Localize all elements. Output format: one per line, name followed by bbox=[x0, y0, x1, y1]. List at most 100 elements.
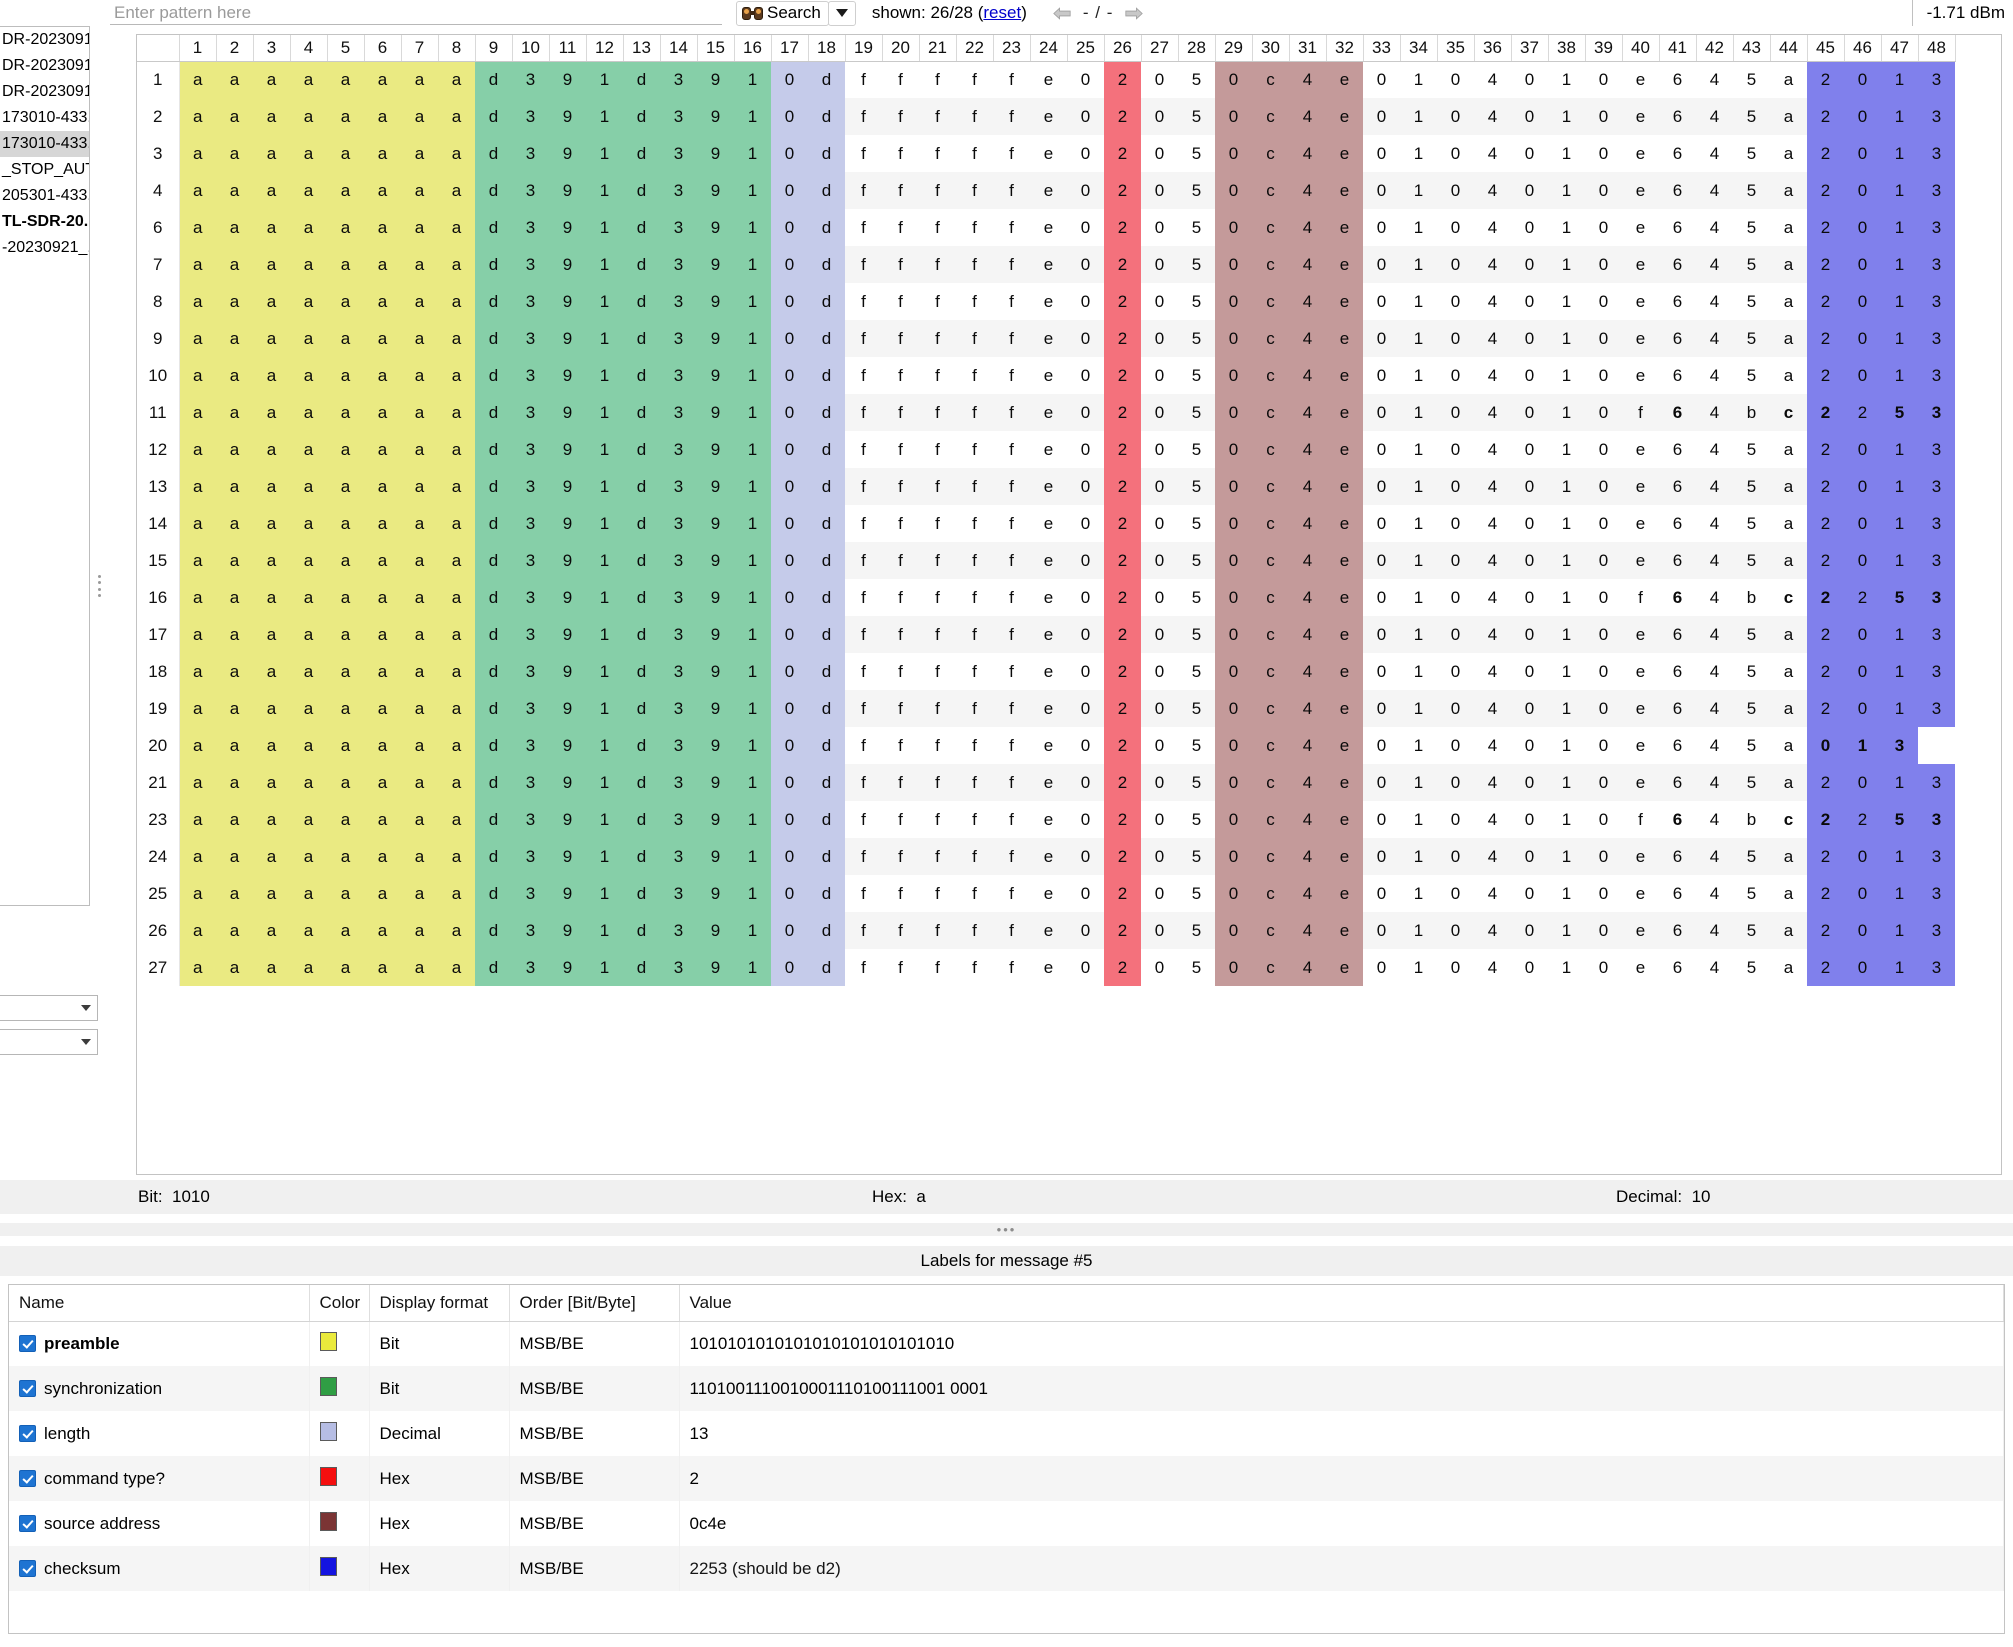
hex-cell[interactable]: 0 bbox=[1215, 209, 1252, 246]
hex-cell[interactable]: 3 bbox=[512, 320, 549, 357]
hex-cell[interactable]: 1 bbox=[734, 357, 771, 394]
hex-cell[interactable]: a bbox=[253, 542, 290, 579]
hex-cell[interactable]: 0 bbox=[1511, 246, 1548, 283]
hex-cell[interactable]: e bbox=[1030, 875, 1067, 912]
hex-cell[interactable]: 0 bbox=[1511, 912, 1548, 949]
hex-cell[interactable]: 0 bbox=[1437, 912, 1474, 949]
hex-cell[interactable]: c bbox=[1770, 394, 1807, 431]
row-header-16[interactable]: 16 bbox=[137, 579, 180, 616]
hex-cell[interactable]: a bbox=[216, 801, 253, 838]
hex-cell[interactable]: a bbox=[216, 616, 253, 653]
hex-cell[interactable]: 4 bbox=[1474, 283, 1511, 320]
hex-cell[interactable]: f bbox=[993, 764, 1030, 801]
row-header-17[interactable]: 17 bbox=[137, 616, 180, 653]
hex-cell[interactable]: a bbox=[253, 135, 290, 172]
hex-cell[interactable]: 3 bbox=[1918, 653, 1955, 690]
hex-cell[interactable]: 1 bbox=[1548, 135, 1585, 172]
column-header-42[interactable]: 42 bbox=[1696, 35, 1734, 62]
hex-cell[interactable]: 3 bbox=[1918, 579, 1955, 616]
hex-cell[interactable]: f bbox=[882, 246, 919, 283]
hex-cell[interactable]: d bbox=[475, 727, 512, 764]
hex-cell[interactable]: a bbox=[253, 764, 290, 801]
hex-cell[interactable]: 0 bbox=[1437, 61, 1474, 98]
hex-cell[interactable]: d bbox=[808, 727, 845, 764]
hex-cell[interactable]: 0 bbox=[1585, 172, 1622, 209]
hex-cell[interactable]: 0 bbox=[1067, 616, 1104, 653]
hex-cell[interactable]: 1 bbox=[734, 542, 771, 579]
hex-cell[interactable]: f bbox=[993, 727, 1030, 764]
hex-cell[interactable]: 2 bbox=[1807, 61, 1844, 98]
hex-cell[interactable]: 0 bbox=[1141, 801, 1178, 838]
hex-cell[interactable] bbox=[1918, 727, 1955, 764]
hex-cell[interactable]: 5 bbox=[1733, 838, 1770, 875]
hex-cell[interactable]: a bbox=[364, 172, 401, 209]
hex-cell[interactable]: 9 bbox=[697, 394, 734, 431]
label-display-format[interactable]: Hex bbox=[369, 1456, 510, 1501]
hex-cell[interactable]: 0 bbox=[1585, 246, 1622, 283]
row-header-25[interactable]: 25 bbox=[137, 875, 180, 912]
row-header-11[interactable]: 11 bbox=[137, 394, 180, 431]
hex-cell[interactable]: 0 bbox=[1215, 357, 1252, 394]
hex-cell[interactable]: 0 bbox=[1585, 209, 1622, 246]
hex-cell[interactable]: a bbox=[327, 764, 364, 801]
hex-cell[interactable]: 0 bbox=[1363, 838, 1400, 875]
hex-cell[interactable]: 4 bbox=[1474, 727, 1511, 764]
hex-cell[interactable]: 9 bbox=[549, 246, 586, 283]
hex-cell[interactable]: f bbox=[919, 357, 956, 394]
hex-cell[interactable]: 4 bbox=[1696, 616, 1733, 653]
hex-cell[interactable]: f bbox=[919, 135, 956, 172]
hex-cell[interactable]: 0 bbox=[1437, 135, 1474, 172]
sidebar-item-7[interactable]: TL-SDR-20... bbox=[0, 209, 89, 235]
hex-cell[interactable]: 3 bbox=[1918, 542, 1955, 579]
hex-cell[interactable]: f bbox=[956, 283, 993, 320]
hex-cell[interactable]: e bbox=[1622, 505, 1659, 542]
hex-cell[interactable]: 0 bbox=[1363, 801, 1400, 838]
hex-cell[interactable]: d bbox=[475, 61, 512, 98]
hex-cell[interactable]: a bbox=[216, 727, 253, 764]
hex-cell[interactable]: 3 bbox=[1918, 912, 1955, 949]
hex-cell[interactable]: e bbox=[1030, 764, 1067, 801]
hex-cell[interactable]: 0 bbox=[1215, 61, 1252, 98]
hex-cell[interactable]: 9 bbox=[697, 209, 734, 246]
hex-cell[interactable]: 2 bbox=[1104, 320, 1141, 357]
hex-cell[interactable]: d bbox=[623, 394, 660, 431]
hex-cell[interactable]: d bbox=[475, 542, 512, 579]
hex-cell[interactable]: c bbox=[1252, 394, 1289, 431]
hex-cell[interactable]: 0 bbox=[1844, 949, 1881, 986]
hex-cell[interactable]: a bbox=[179, 61, 216, 98]
hex-cell[interactable]: d bbox=[623, 616, 660, 653]
hex-cell[interactable]: f bbox=[845, 505, 882, 542]
hex-cell[interactable]: 6 bbox=[1659, 394, 1696, 431]
hex-cell[interactable]: a bbox=[290, 949, 327, 986]
hex-cell[interactable]: a bbox=[327, 209, 364, 246]
hex-cell[interactable]: a bbox=[1770, 690, 1807, 727]
hex-cell[interactable]: a bbox=[1770, 209, 1807, 246]
hex-cell[interactable]: 0 bbox=[1215, 135, 1252, 172]
hex-cell[interactable]: 1 bbox=[1548, 468, 1585, 505]
hex-cell[interactable]: 1 bbox=[1881, 912, 1918, 949]
hex-cell[interactable]: d bbox=[623, 431, 660, 468]
hex-cell[interactable]: 0 bbox=[1511, 949, 1548, 986]
label-row[interactable]: checksum Hex MSB/BE 2253 (should be d2) bbox=[9, 1546, 2004, 1591]
hex-cell[interactable]: 5 bbox=[1178, 246, 1215, 283]
hex-cell[interactable]: 0 bbox=[1511, 283, 1548, 320]
hex-cell[interactable]: 1 bbox=[1400, 579, 1437, 616]
hex-cell[interactable]: a bbox=[179, 394, 216, 431]
color-swatch[interactable] bbox=[319, 1511, 337, 1531]
hex-cell[interactable]: a bbox=[438, 431, 475, 468]
hex-cell[interactable]: a bbox=[216, 209, 253, 246]
column-header-43[interactable]: 43 bbox=[1733, 35, 1771, 62]
hex-cell[interactable]: e bbox=[1326, 579, 1363, 616]
hex-cell[interactable]: a bbox=[179, 172, 216, 209]
hex-cell[interactable]: f bbox=[845, 838, 882, 875]
hex-cell[interactable]: 3 bbox=[1918, 616, 1955, 653]
hex-cell[interactable]: 1 bbox=[586, 468, 623, 505]
hex-cell[interactable]: 4 bbox=[1696, 394, 1733, 431]
hex-cell[interactable]: 1 bbox=[1400, 283, 1437, 320]
hex-cell[interactable]: 0 bbox=[1585, 394, 1622, 431]
file-list-sidebar[interactable]: DR-2023091... DR-2023091... DR-2023091... 1… bbox=[0, 26, 90, 906]
hex-cell[interactable]: a bbox=[253, 431, 290, 468]
hex-cell[interactable]: e bbox=[1326, 394, 1363, 431]
hex-cell[interactable]: 3 bbox=[660, 209, 697, 246]
labels-table-container[interactable]: Name Color Display format Order [Bit/Byte] V… bbox=[8, 1284, 2005, 1634]
